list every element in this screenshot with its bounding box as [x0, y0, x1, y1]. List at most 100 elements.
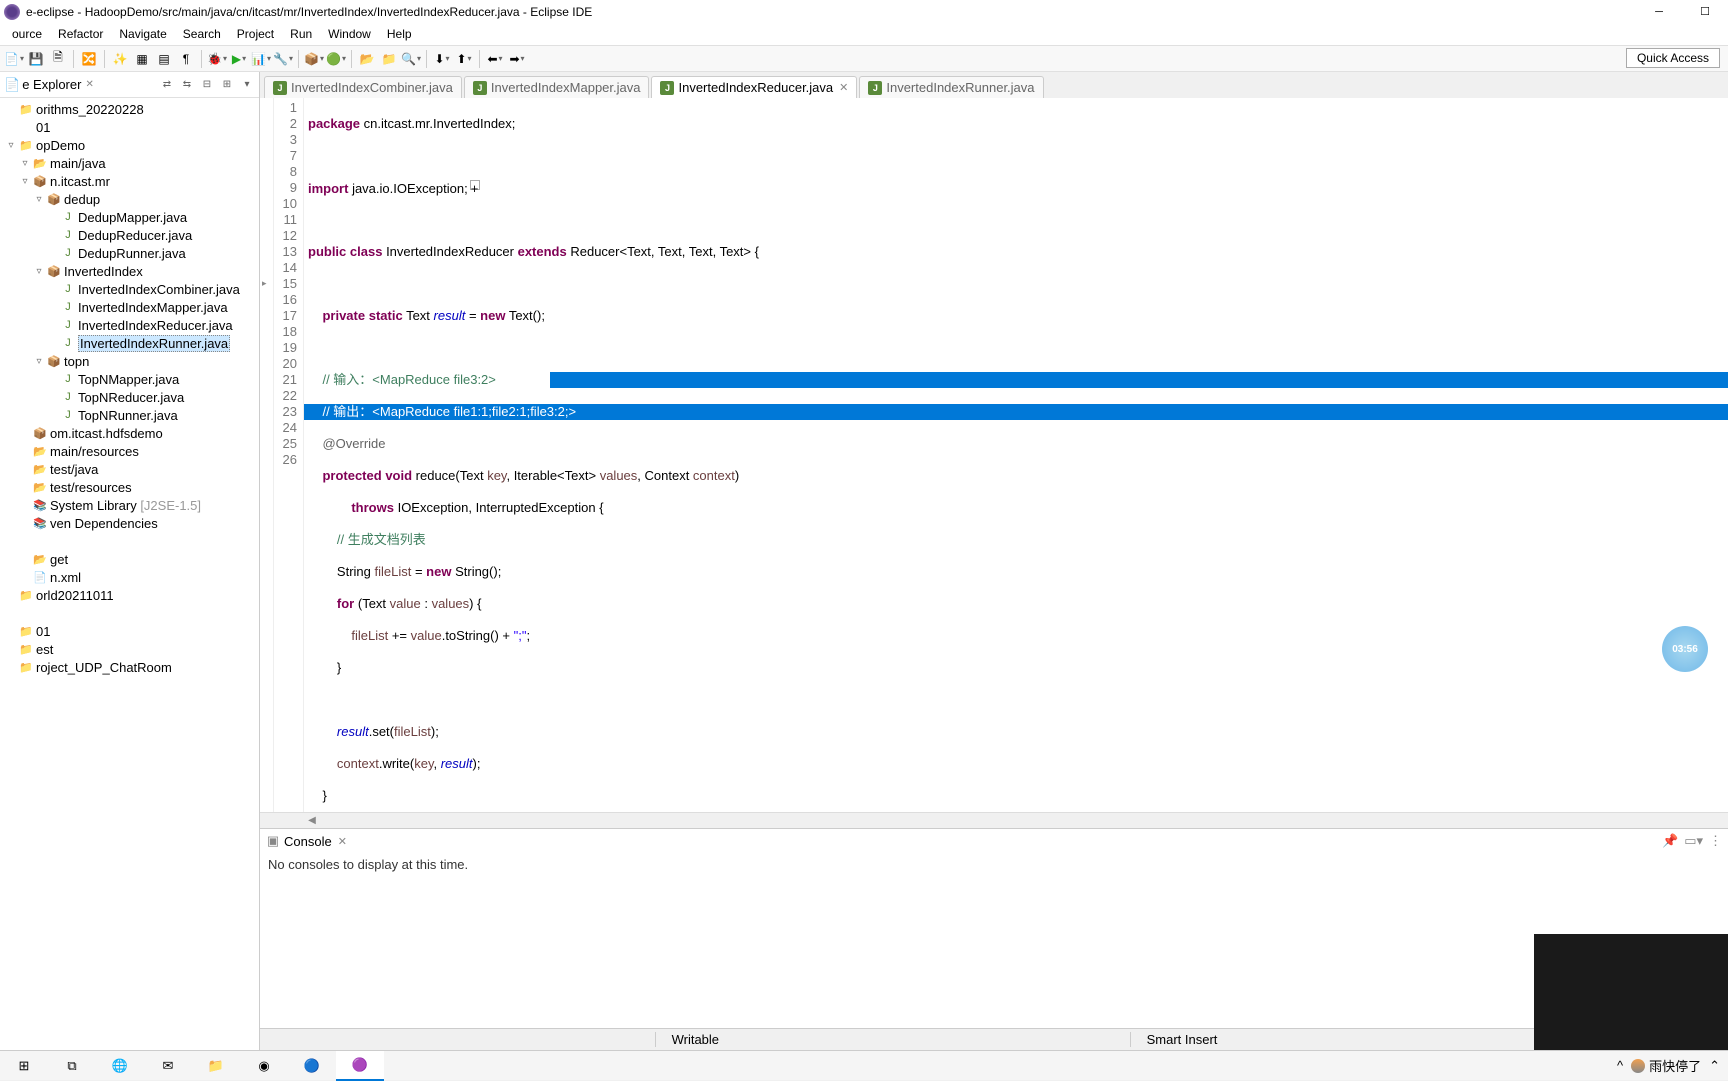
tree-node[interactable]: 📚System Library [J2SE-1.5]	[0, 496, 259, 514]
menu-help[interactable]: Help	[379, 25, 420, 43]
tree-node[interactable]: 📂test/resources	[0, 478, 259, 496]
code-content[interactable]: package cn.itcast.mr.InvertedIndex; impo…	[304, 98, 1728, 812]
menu-refactor[interactable]: Refactor	[50, 25, 111, 43]
tree-node[interactable]: 📄n.xml	[0, 568, 259, 586]
run-button[interactable]: ▶	[229, 49, 249, 69]
new-button[interactable]: 📄	[4, 49, 24, 69]
toggle-button[interactable]: 🔀	[79, 49, 99, 69]
tree-node[interactable]	[0, 604, 259, 622]
tray-weather[interactable]: 雨快停了	[1631, 1056, 1701, 1075]
editor-tab-active[interactable]: JInvertedIndexReducer.java✕	[651, 76, 857, 98]
tree-node[interactable]	[0, 532, 259, 550]
tree-node[interactable]: ▿📦topn	[0, 352, 259, 370]
menu-project[interactable]: Project	[229, 25, 282, 43]
save-all-button[interactable]: 🗎	[48, 49, 68, 69]
taskbar-app-dell[interactable]: ◉	[240, 1051, 288, 1081]
view-menu-icon[interactable]: ▾	[239, 77, 255, 93]
tree-node[interactable]: JTopNRunner.java	[0, 406, 259, 424]
collapse-all-icon[interactable]: ⇄	[159, 77, 175, 93]
tab-label: InvertedIndexCombiner.java	[291, 80, 453, 95]
editor-tab[interactable]: JInvertedIndexMapper.java	[464, 76, 650, 98]
tree-node[interactable]: 📂main/resources	[0, 442, 259, 460]
filter-icon[interactable]: ⊞	[219, 77, 235, 93]
close-tab-icon[interactable]: ✕	[839, 81, 848, 94]
editor-tab[interactable]: JInvertedIndexCombiner.java	[264, 76, 462, 98]
tree-node[interactable]: 📁01	[0, 622, 259, 640]
run-last-button[interactable]: 🔧	[273, 49, 293, 69]
tree-node[interactable]: ▿📁opDemo	[0, 136, 259, 154]
tree-node[interactable]: 📚ven Dependencies	[0, 514, 259, 532]
soft-wrap-button[interactable]: ▤	[154, 49, 174, 69]
menu-source[interactable]: ource	[4, 25, 50, 43]
tray-more-icon[interactable]: ⌃	[1709, 1058, 1720, 1074]
maximize-button[interactable]: ☐	[1682, 0, 1728, 23]
taskbar-app-edge[interactable]: 🌐	[96, 1051, 144, 1081]
taskbar-app-browser[interactable]: 🔵	[288, 1051, 336, 1081]
close-console-icon[interactable]: ✕	[338, 835, 347, 848]
debug-button[interactable]: 🐞	[207, 49, 227, 69]
tray-expand-icon[interactable]: ^	[1617, 1058, 1623, 1073]
explorer-tree[interactable]: 📁orithms_2022022801▿📁opDemo▿📂main/java▿📦…	[0, 98, 259, 1050]
tab-label: InvertedIndexReducer.java	[678, 80, 833, 95]
separator	[201, 50, 202, 68]
menu-window[interactable]: Window	[320, 25, 379, 43]
next-annotation-button[interactable]: ⬇	[432, 49, 452, 69]
tree-node[interactable]: ▿📦n.itcast.mr	[0, 172, 259, 190]
tree-node[interactable]: JDedupRunner.java	[0, 244, 259, 262]
prev-annotation-button[interactable]: ⬆	[454, 49, 474, 69]
block-button[interactable]: ▦	[132, 49, 152, 69]
display-console-icon[interactable]: ▭▾	[1684, 833, 1703, 849]
start-button[interactable]: ⊞	[0, 1051, 48, 1081]
search-button[interactable]: 🔍	[401, 49, 421, 69]
back-button[interactable]: ⬅	[485, 49, 505, 69]
separator	[426, 50, 427, 68]
tree-node[interactable]: 01	[0, 118, 259, 136]
new-package-button[interactable]: 📦	[304, 49, 324, 69]
tree-node[interactable]: JInvertedIndexRunner.java	[0, 334, 259, 352]
taskbar-app-explorer[interactable]: 📁	[192, 1051, 240, 1081]
tree-node[interactable]: ▿📦dedup	[0, 190, 259, 208]
focus-icon[interactable]: ⊟	[199, 77, 215, 93]
close-icon[interactable]: ✕	[85, 79, 93, 90]
tree-node[interactable]: 📁roject_UDP_ChatRoom	[0, 658, 259, 676]
tree-node[interactable]: JInvertedIndexCombiner.java	[0, 280, 259, 298]
tree-node[interactable]: JInvertedIndexReducer.java	[0, 316, 259, 334]
show-whitespace-button[interactable]: ¶	[176, 49, 196, 69]
tree-node[interactable]: ▿📦InvertedIndex	[0, 262, 259, 280]
scroll-left-icon[interactable]: ◀	[304, 815, 320, 826]
task-view-button[interactable]: ⧉	[48, 1051, 96, 1081]
tree-node[interactable]: JTopNMapper.java	[0, 370, 259, 388]
open-task-button[interactable]: 📁	[379, 49, 399, 69]
link-editor-icon[interactable]: ⇆	[179, 77, 195, 93]
tree-node[interactable]: JInvertedIndexMapper.java	[0, 298, 259, 316]
menu-search[interactable]: Search	[175, 25, 229, 43]
code-editor[interactable]: 1237891011121314151617181920212223242526…	[260, 98, 1728, 812]
menu-navigate[interactable]: Navigate	[111, 25, 174, 43]
tree-node[interactable]: 📂test/java	[0, 460, 259, 478]
tree-node[interactable]: 📁est	[0, 640, 259, 658]
tree-node[interactable]: ▿📂main/java	[0, 154, 259, 172]
tree-node[interactable]: JDedupReducer.java	[0, 226, 259, 244]
forward-button[interactable]: ➡	[507, 49, 527, 69]
minimize-button[interactable]: ─	[1636, 0, 1682, 23]
tree-node[interactable]: JDedupMapper.java	[0, 208, 259, 226]
coverage-button[interactable]: 📊	[251, 49, 271, 69]
tree-node[interactable]: 📦om.itcast.hdfsdemo	[0, 424, 259, 442]
editor-tab[interactable]: JInvertedIndexRunner.java	[859, 76, 1043, 98]
console-menu-icon[interactable]: ⋮	[1709, 833, 1722, 849]
new-class-button[interactable]: 🟢	[326, 49, 346, 69]
horizontal-scrollbar[interactable]: ◀	[260, 812, 1728, 828]
menu-run[interactable]: Run	[282, 25, 320, 43]
tree-node[interactable]: JTopNReducer.java	[0, 388, 259, 406]
quick-access[interactable]: Quick Access	[1626, 48, 1720, 68]
save-button[interactable]: 💾	[26, 49, 46, 69]
pin-console-icon[interactable]: 📌	[1662, 833, 1678, 849]
open-type-button[interactable]: 📂	[357, 49, 377, 69]
taskbar-app-eclipse[interactable]: 🟣	[336, 1051, 384, 1081]
taskbar-app-mail[interactable]: ✉	[144, 1051, 192, 1081]
separator	[104, 50, 105, 68]
tree-node[interactable]: 📂get	[0, 550, 259, 568]
tree-node[interactable]: 📁orithms_20220228	[0, 100, 259, 118]
wand-button[interactable]: ✨	[110, 49, 130, 69]
tree-node[interactable]: 📁orld20211011	[0, 586, 259, 604]
